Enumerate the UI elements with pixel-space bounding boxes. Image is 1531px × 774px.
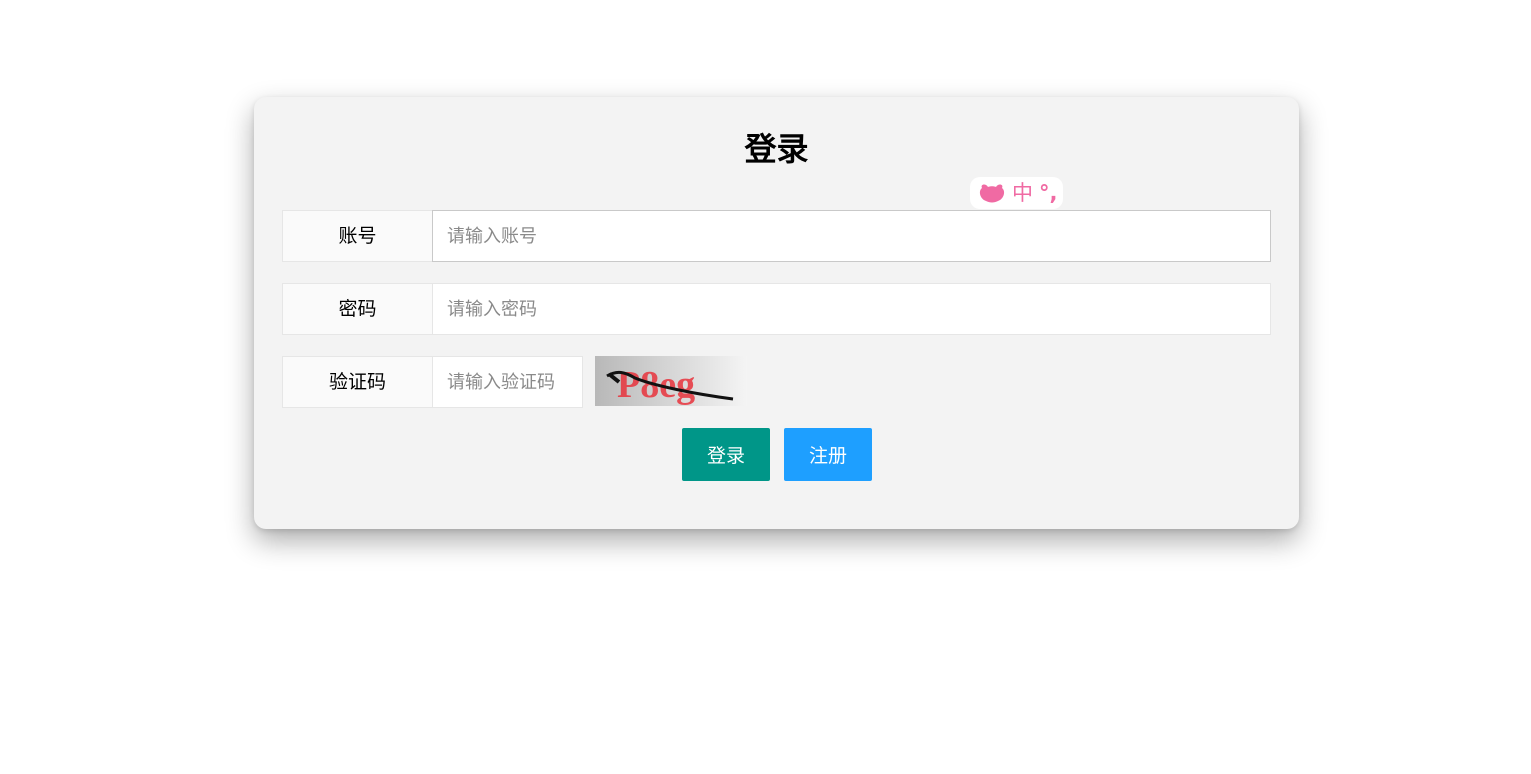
password-input[interactable] bbox=[432, 283, 1271, 335]
account-input[interactable] bbox=[432, 210, 1271, 262]
page-title: 登录 bbox=[744, 130, 809, 168]
account-row: 账号 bbox=[282, 210, 1271, 262]
password-label: 密码 bbox=[282, 283, 433, 335]
captcha-image[interactable]: P8eg bbox=[595, 356, 747, 406]
captcha-input[interactable] bbox=[432, 356, 583, 408]
login-button[interactable]: 登录 bbox=[682, 428, 770, 481]
paw-icon bbox=[979, 184, 1005, 203]
account-label: 账号 bbox=[282, 210, 433, 262]
ime-language-label: 中 bbox=[1012, 181, 1033, 205]
register-button[interactable]: 注册 bbox=[784, 428, 872, 481]
captcha-label: 验证码 bbox=[282, 356, 433, 408]
captcha-row: 验证码 P8eg bbox=[282, 356, 748, 408]
login-card: 登录 中 °, 账号 密码 验证码 P8eg bbox=[254, 97, 1299, 529]
ime-indicator[interactable]: 中 °, bbox=[970, 177, 1063, 209]
ime-punctuation-label: °, bbox=[1039, 181, 1058, 205]
password-row: 密码 bbox=[282, 283, 1271, 335]
